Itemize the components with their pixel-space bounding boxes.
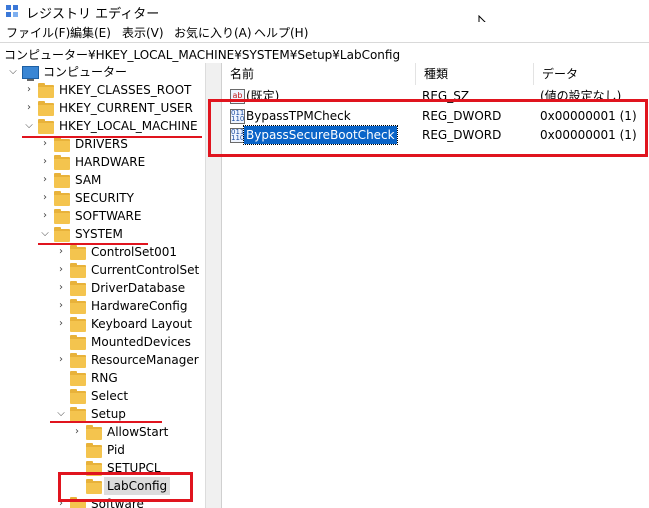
chevron-right-icon[interactable]: ›: [56, 243, 66, 261]
folder-icon: [70, 245, 86, 260]
folder-icon: [54, 227, 70, 242]
chevron-right-icon[interactable]: ›: [24, 81, 34, 99]
menu-help[interactable]: ヘルプ(H): [254, 24, 308, 41]
highlight-box-new-values: [208, 99, 648, 157]
highlight-box-labconfig: [58, 472, 193, 502]
menu-edit[interactable]: 編集(E): [70, 24, 111, 41]
title-bar: レジストリ エディター: [0, 0, 649, 22]
column-header-data[interactable]: データ: [534, 63, 649, 85]
underline-system: [38, 243, 148, 245]
chevron-right-icon[interactable]: ›: [56, 279, 66, 297]
underline-setup: [50, 421, 162, 423]
folder-icon: [54, 191, 70, 206]
folder-icon: [70, 281, 86, 296]
folder-icon: [70, 317, 86, 332]
underline-hklm: [22, 136, 202, 138]
folder-icon: [86, 443, 102, 458]
menu-favorites[interactable]: お気に入り(A): [174, 24, 252, 41]
chevron-right-icon[interactable]: ›: [56, 351, 66, 369]
chevron-right-icon[interactable]: ›: [72, 423, 82, 441]
chevron-down-icon[interactable]: ⌵: [8, 63, 18, 81]
window-title: レジストリ エディター: [26, 7, 160, 22]
menu-view[interactable]: 表示(V): [122, 24, 164, 41]
computer-icon: [22, 66, 39, 81]
address-bar[interactable]: コンピューター¥HKEY_LOCAL_MACHINE¥SYSTEM¥Setup¥…: [0, 42, 649, 64]
column-header-name[interactable]: 名前: [222, 63, 416, 85]
menu-bar: ファイル(F) 編集(E) 表示(V) お気に入り(A) ヘルプ(H): [0, 22, 649, 41]
address-path[interactable]: コンピューター¥HKEY_LOCAL_MACHINE¥SYSTEM¥Setup¥…: [4, 46, 400, 63]
folder-icon: [38, 83, 54, 98]
chevron-right-icon[interactable]: ›: [40, 171, 50, 189]
regedit-app-icon: [6, 5, 18, 17]
folder-icon: [70, 263, 86, 278]
folder-icon: [54, 137, 70, 152]
folder-icon: [70, 371, 86, 386]
folder-icon: [38, 101, 54, 116]
chevron-right-icon[interactable]: ›: [56, 315, 66, 333]
chevron-right-icon[interactable]: ›: [40, 189, 50, 207]
folder-icon: [86, 425, 102, 440]
chevron-down-icon[interactable]: ⌵: [40, 225, 50, 243]
folder-icon: [38, 119, 54, 134]
folder-icon: [70, 335, 86, 350]
chevron-right-icon[interactable]: ›: [56, 297, 66, 315]
chevron-right-icon[interactable]: ›: [24, 99, 34, 117]
column-header-type[interactable]: 種類: [416, 63, 534, 85]
folder-icon: [70, 353, 86, 368]
folder-icon: [54, 209, 70, 224]
folder-icon: [54, 155, 70, 170]
tree-pane[interactable]: ⌵ コンピューター › HKEY_CLASSES_ROOT › HKEY_CUR…: [0, 63, 205, 508]
menu-file[interactable]: ファイル(F): [6, 24, 70, 41]
folder-icon: [70, 299, 86, 314]
folder-icon: [54, 173, 70, 188]
chevron-right-icon[interactable]: ›: [56, 261, 66, 279]
chevron-right-icon[interactable]: ›: [40, 153, 50, 171]
chevron-down-icon[interactable]: ⌵: [24, 117, 34, 135]
folder-icon: [70, 389, 86, 404]
chevron-right-icon[interactable]: ›: [40, 207, 50, 225]
